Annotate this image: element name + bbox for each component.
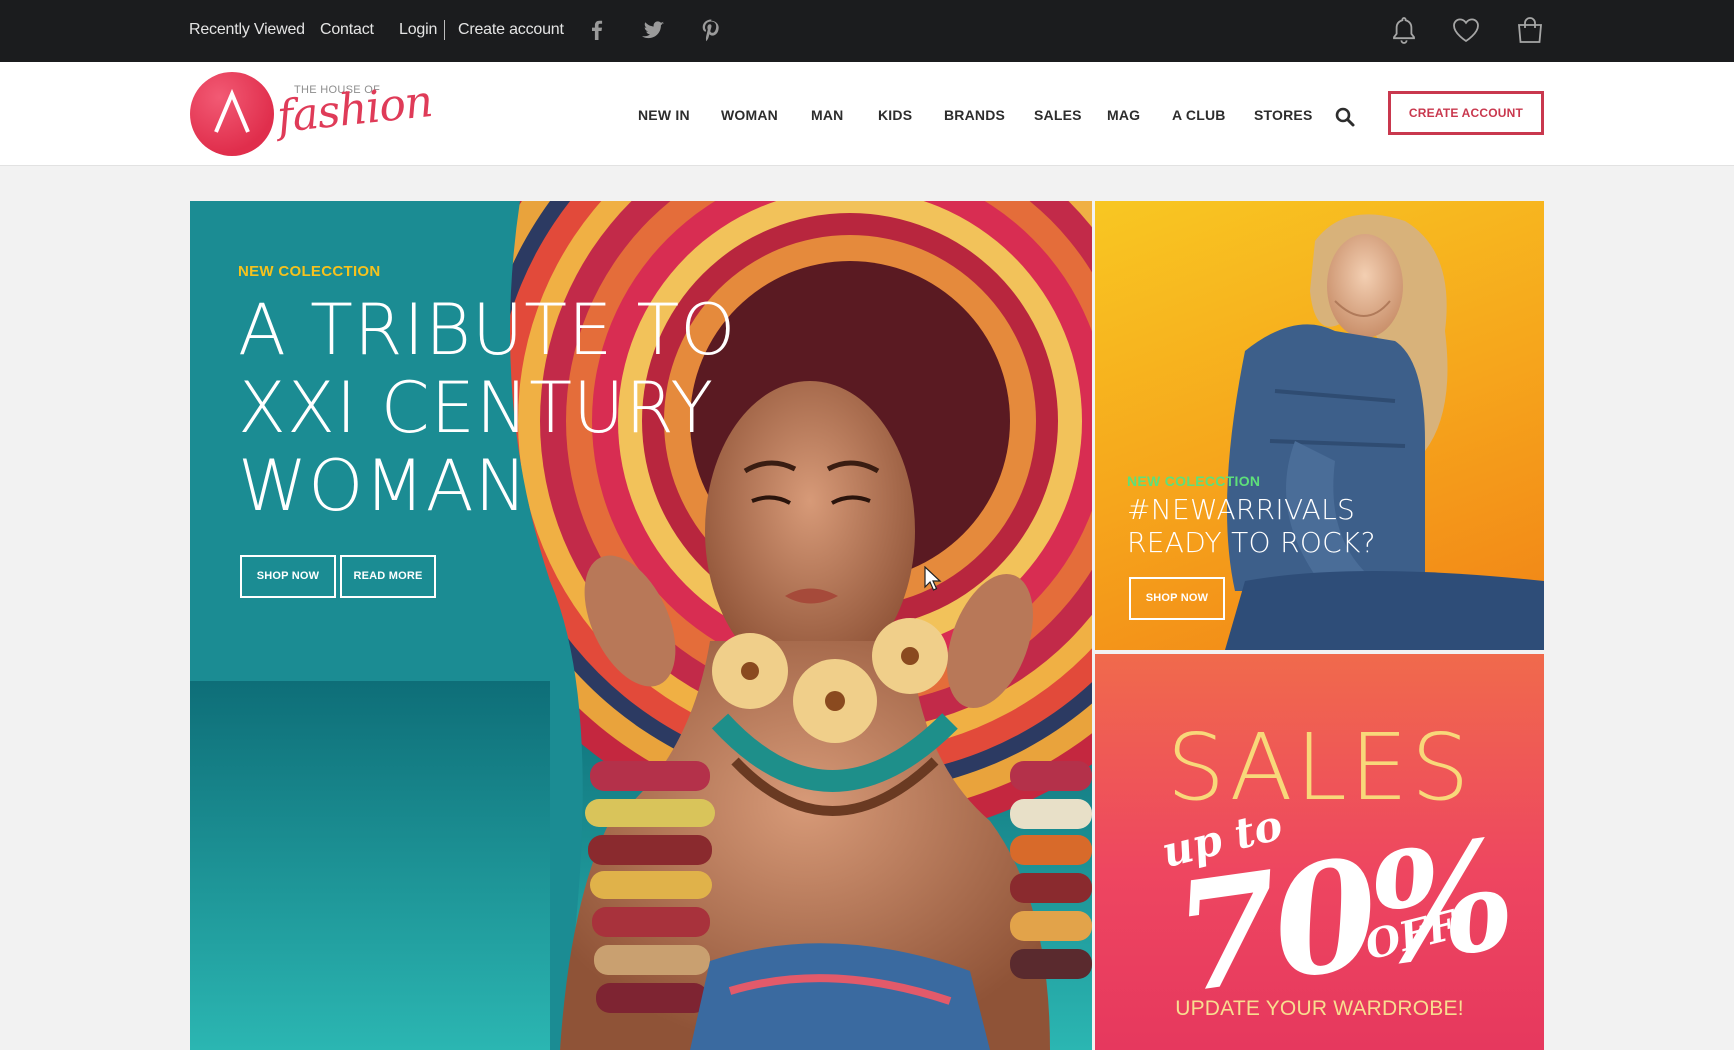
new-arrivals-title: #NEWARRIVALS READY TO ROCK? [1127, 493, 1376, 559]
top-bar: Recently Viewed Contact Login Create acc… [0, 0, 1734, 62]
nav-mag[interactable]: MAG [1107, 62, 1140, 166]
nav-man[interactable]: MAN [811, 62, 843, 166]
sales-banner[interactable]: SALES up to 70% OFF UPDATE YOUR WARDROBE… [1095, 654, 1544, 1050]
new-arrivals-title-line: #NEWARRIVALS [1127, 493, 1356, 526]
new-arrivals-banner[interactable]: NEW COLECCTION #NEWARRIVALS READY TO ROC… [1095, 201, 1544, 650]
nav-stores[interactable]: STORES [1254, 62, 1313, 166]
hero-title: A TRIBUTE TO XXI CENTURY WOMAN [238, 291, 798, 525]
hero-read-more-button[interactable]: READ MORE [340, 555, 436, 598]
pinterest-icon[interactable] [698, 17, 724, 43]
divider [444, 20, 445, 40]
nav-kids[interactable]: KIDS [878, 62, 912, 166]
sales-tagline: UPDATE YOUR WARDROBE! [1175, 997, 1464, 1020]
create-account-button[interactable]: CREATE ACCOUNT [1388, 91, 1544, 135]
new-arrivals-shop-now-button[interactable]: SHOP NOW [1129, 577, 1225, 620]
nav-new-in[interactable]: NEW IN [638, 62, 690, 166]
bell-icon[interactable] [1388, 14, 1420, 46]
nav-brands[interactable]: BRANDS [944, 62, 1005, 166]
hero-title-line: A TRIBUTE TO [238, 289, 737, 371]
new-arrivals-kicker: NEW COLECCTION [1127, 473, 1261, 489]
shopping-bag-icon[interactable] [1514, 14, 1546, 46]
nav-sales[interactable]: SALES [1034, 62, 1082, 166]
hero-title-line: XXI CENTURY [238, 367, 715, 449]
facebook-icon[interactable] [584, 17, 610, 43]
nav-a-club[interactable]: A CLUB [1172, 62, 1226, 166]
recently-viewed-link[interactable]: Recently Viewed [189, 0, 305, 62]
mouse-cursor-icon [924, 566, 942, 591]
logo-a-icon [214, 88, 250, 133]
contact-link[interactable]: Contact [320, 0, 374, 62]
create-account-link[interactable]: Create account [458, 0, 564, 62]
hero-banner[interactable]: NEW COLECCTION A TRIBUTE TO XXI CENTURY … [190, 201, 1092, 1050]
logo-mark [190, 72, 274, 156]
hero-kicker: NEW COLECCTION [238, 263, 381, 280]
twitter-icon[interactable] [641, 17, 667, 43]
search-icon[interactable] [1334, 106, 1356, 128]
login-link[interactable]: Login [399, 0, 437, 62]
heart-icon[interactable] [1450, 14, 1482, 46]
sales-headline: SALES [1166, 714, 1473, 821]
hero-shop-now-button[interactable]: SHOP NOW [240, 555, 336, 598]
new-arrivals-title-line: READY TO ROCK? [1127, 526, 1376, 559]
nav-woman[interactable]: WOMAN [721, 62, 778, 166]
main-header: THE HOUSE OF fashion NEW IN WOMAN MAN KI… [0, 62, 1734, 166]
hero-title-line: WOMAN [238, 445, 528, 527]
